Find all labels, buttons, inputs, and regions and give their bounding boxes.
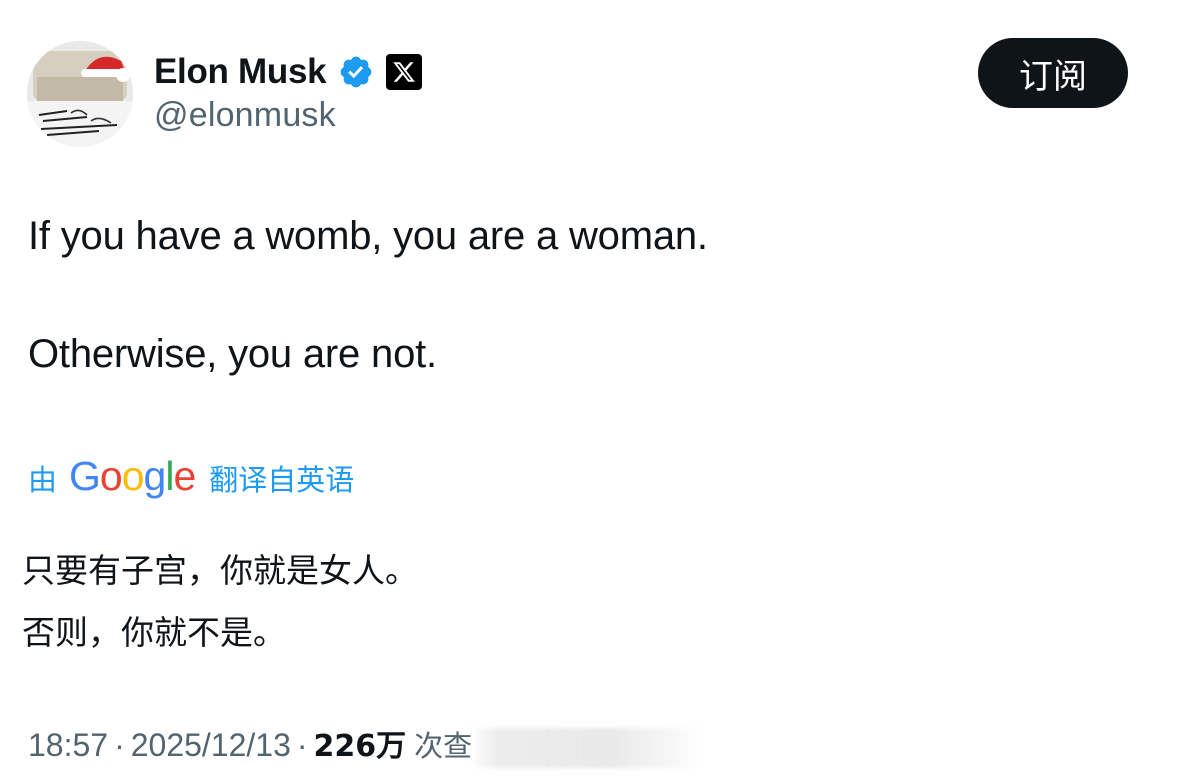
avatar[interactable] bbox=[27, 41, 133, 147]
tweet-text-line-2: Otherwise, you are not. bbox=[28, 332, 437, 376]
translation-prefix: 由 bbox=[28, 463, 58, 497]
tweet-text-line-1: If you have a womb, you are a woman. bbox=[28, 214, 708, 258]
author-name-row: Elon Musk bbox=[154, 50, 423, 94]
tweet-time[interactable]: 18:57 bbox=[28, 727, 108, 764]
display-name[interactable]: Elon Musk bbox=[154, 52, 327, 92]
meta-separator: · bbox=[296, 727, 308, 763]
tweet-card: Elon Musk @elonmusk 订阅 If you have a wom… bbox=[0, 0, 1179, 777]
subscribe-button[interactable]: 订阅 bbox=[978, 38, 1128, 108]
google-logo: Google bbox=[69, 452, 196, 499]
tweet-date[interactable]: 2025/12/13 bbox=[131, 727, 291, 764]
author-handle[interactable]: @elonmusk bbox=[154, 96, 336, 135]
view-count[interactable]: 226万 bbox=[314, 721, 407, 765]
translation-attribution[interactable]: 由 Google 翻译自英语 bbox=[28, 452, 355, 501]
meta-separator: · bbox=[114, 727, 125, 763]
avatar-image-icon bbox=[27, 41, 133, 147]
blurred-watermark bbox=[470, 728, 705, 768]
verified-badge-icon[interactable] bbox=[338, 54, 374, 90]
translated-text-line-1: 只要有子宫，你就是女人。 bbox=[22, 551, 418, 590]
view-label: 次查 bbox=[414, 729, 473, 763]
translation-suffix: 翻译自英语 bbox=[209, 463, 355, 497]
x-logo-icon[interactable] bbox=[386, 54, 423, 90]
translated-text-line-2: 否则，你就不是。 bbox=[22, 613, 286, 652]
tweet-meta: 18:57 · 2025/12/13 · 226万 次查 bbox=[28, 721, 472, 765]
